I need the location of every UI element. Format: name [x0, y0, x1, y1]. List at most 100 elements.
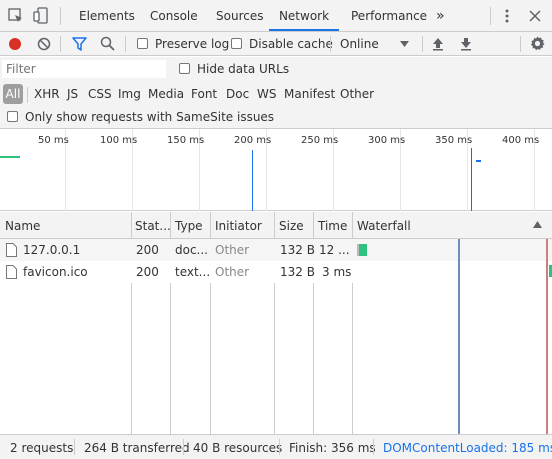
type-filter-other[interactable]: Other	[340, 87, 374, 101]
sort-ascending-icon[interactable]	[533, 221, 542, 228]
request-type: text...	[175, 265, 211, 279]
preserve-log-label: Preserve log	[155, 37, 230, 51]
tab-elements[interactable]: Elements	[79, 0, 135, 31]
request-time: 3 ms	[322, 265, 352, 279]
tab-network-label: Network	[278, 9, 330, 23]
samesite-label: Only show requests with SameSite issues	[25, 110, 275, 124]
hide-data-urls-label: Hide data URLs	[197, 62, 290, 76]
timeline-tick: 300 ms	[368, 135, 406, 146]
samesite-filter-row: Only show requests with SameSite issues	[0, 107, 552, 129]
waterfall-load-line	[546, 239, 548, 434]
type-filter-manifest[interactable]: Manifest	[284, 87, 335, 101]
column-header-type[interactable]: Type	[175, 219, 203, 233]
request-size: 132 B	[280, 243, 315, 257]
devtools-tabbar: Elements Console Sources Network Perform…	[0, 0, 552, 32]
gear-icon[interactable]	[530, 36, 545, 51]
more-tabs-button[interactable]: »	[436, 0, 445, 31]
timeline-tick: 350 ms	[435, 135, 473, 146]
column-header-name[interactable]: Name	[5, 219, 40, 233]
disable-cache-checkbox[interactable]	[231, 38, 242, 49]
divider	[520, 36, 521, 52]
request-initiator: Other	[215, 265, 250, 279]
search-icon[interactable]	[100, 36, 115, 51]
document-icon	[6, 243, 17, 257]
table-row[interactable]: 127.0.0.1 200 doc... Other 132 B 12 ...	[0, 239, 552, 261]
waterfall-dcl-line	[458, 239, 460, 434]
divider	[60, 36, 61, 52]
preserve-log-checkbox[interactable]	[137, 38, 148, 49]
timeline-tick: 400 ms	[502, 135, 540, 146]
throttling-select[interactable]: Online	[336, 32, 416, 56]
request-table-header	[0, 212, 552, 239]
request-status: 200	[136, 265, 159, 279]
timeline-tick: 200 ms	[234, 135, 272, 146]
device-toolbar-icon[interactable]	[33, 7, 49, 25]
divider	[279, 439, 280, 455]
network-toolbar: Preserve log Disable cache Online	[0, 32, 552, 56]
column-header-initiator[interactable]: Initiator	[215, 219, 262, 233]
inspect-element-icon[interactable]	[8, 8, 24, 24]
overview-request-bar	[0, 156, 20, 158]
filter-input[interactable]	[2, 60, 166, 78]
more-options-icon[interactable]	[505, 9, 509, 23]
divider	[74, 439, 75, 455]
divider	[125, 36, 126, 52]
tab-console[interactable]: Console	[150, 0, 198, 31]
timeline-tick: 250 ms	[301, 135, 339, 146]
record-icon[interactable]	[8, 37, 22, 51]
divider	[60, 7, 61, 25]
request-time: 12 ...	[319, 243, 350, 257]
filter-icon[interactable]	[72, 37, 87, 51]
request-initiator: Other	[215, 243, 250, 257]
type-filter-img[interactable]: Img	[118, 87, 141, 101]
type-filter-js[interactable]: JS	[67, 87, 78, 101]
request-type: doc...	[175, 243, 208, 257]
type-filter-all[interactable]: All	[3, 84, 23, 104]
column-header-waterfall[interactable]: Waterfall	[357, 219, 411, 233]
throttling-value: Online	[340, 37, 379, 51]
status-transferred: 264 B transferred	[84, 441, 190, 455]
column-header-size[interactable]: Size	[279, 219, 304, 233]
divider	[27, 87, 28, 103]
request-status: 200	[136, 243, 159, 257]
overview-dcl-line	[252, 150, 253, 211]
status-resources: 40 B resources	[193, 441, 283, 455]
overview-request-bar	[476, 160, 481, 162]
type-filter-doc[interactable]: Doc	[226, 87, 249, 101]
type-filter-ws[interactable]: WS	[257, 87, 276, 101]
type-filter-xhr[interactable]: XHR	[34, 87, 60, 101]
samesite-checkbox[interactable]	[7, 111, 18, 122]
waterfall-bar-queue	[357, 244, 359, 256]
document-icon	[6, 265, 17, 279]
status-finish: Finish: 356 ms	[289, 441, 376, 455]
timeline-tick: 100 ms	[100, 135, 138, 146]
hide-data-urls-checkbox[interactable]	[179, 63, 190, 74]
type-filter-media[interactable]: Media	[148, 87, 184, 101]
chevron-down-icon	[400, 41, 409, 47]
overview-load-line	[471, 148, 472, 211]
status-requests: 2 requests	[10, 441, 74, 455]
column-header-time[interactable]: Time	[318, 219, 347, 233]
divider	[422, 36, 423, 52]
tab-sources[interactable]: Sources	[216, 0, 263, 31]
type-filter-font[interactable]: Font	[191, 87, 217, 101]
divider	[490, 7, 491, 25]
import-har-icon[interactable]	[432, 37, 444, 51]
request-name: 127.0.0.1	[23, 243, 81, 257]
status-dom-content-loaded: DOMContentLoaded: 185 ms	[383, 441, 552, 455]
tab-performance[interactable]: Performance	[351, 0, 427, 31]
table-row[interactable]: favicon.ico 200 text... Other 132 B 3 ms	[0, 261, 552, 283]
clear-icon[interactable]	[37, 37, 51, 51]
divider	[183, 439, 184, 455]
filter-bar: Hide data URLs	[0, 57, 552, 81]
timeline-tick: 150 ms	[167, 135, 205, 146]
tab-network[interactable]: Network	[269, 0, 339, 31]
divider	[330, 36, 331, 52]
close-icon[interactable]	[529, 10, 541, 22]
timeline-tick: 50 ms	[38, 135, 69, 146]
divider	[373, 439, 374, 455]
request-size: 132 B	[280, 265, 315, 279]
type-filter-css[interactable]: CSS	[88, 87, 112, 101]
export-har-icon[interactable]	[460, 37, 472, 51]
column-header-status[interactable]: Stat...	[135, 219, 171, 233]
